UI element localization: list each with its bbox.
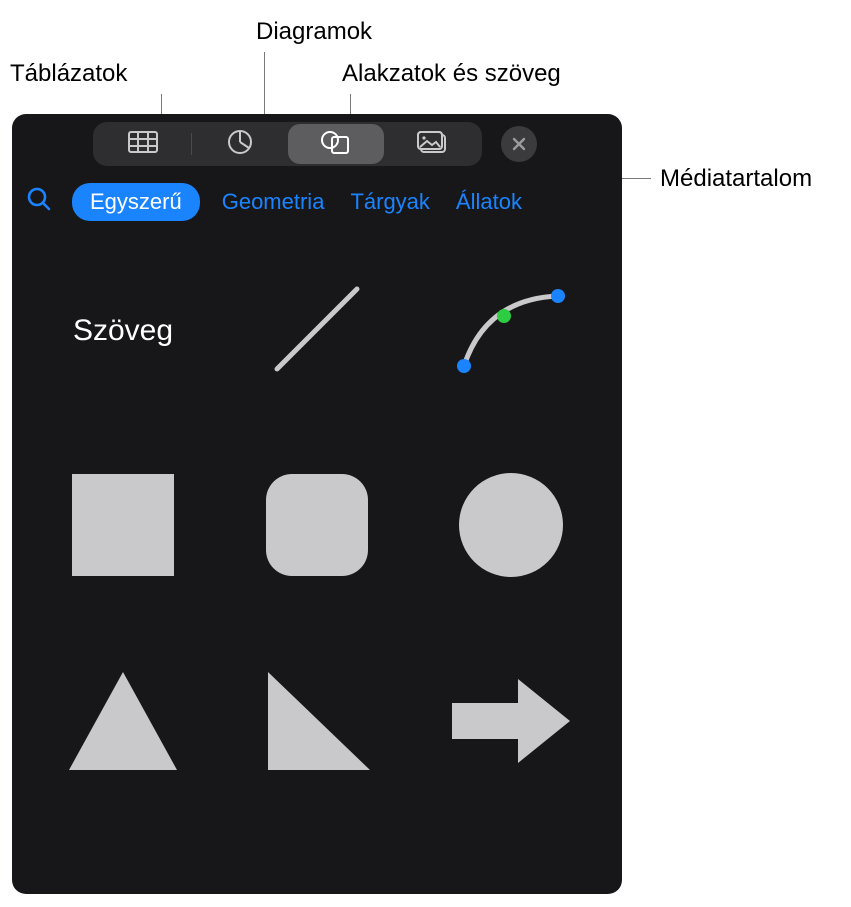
close-button[interactable] <box>501 126 537 162</box>
category-animals[interactable]: Állatok <box>452 183 526 221</box>
category-geometry[interactable]: Geometria <box>218 183 329 221</box>
insert-toolbar <box>12 114 622 172</box>
shape-category-bar: Egyszerű Geometria Tárgyak Állatok <box>12 172 622 235</box>
shapes-grid: Szöveg <box>12 235 622 783</box>
shape-arrow[interactable] <box>446 663 576 783</box>
line-icon <box>262 274 372 389</box>
right-triangle-icon <box>260 666 375 781</box>
shape-text-label: Szöveg <box>73 314 173 348</box>
circle-icon <box>456 470 566 585</box>
search-icon[interactable] <box>22 182 54 221</box>
shape-right-triangle[interactable] <box>252 663 382 783</box>
shapes-tab[interactable] <box>288 124 384 164</box>
callout-media-label: Médiatartalom <box>660 165 812 193</box>
category-objects[interactable]: Tárgyak <box>346 183 433 221</box>
shapes-icon <box>320 129 352 160</box>
pie-chart-icon <box>227 129 253 160</box>
category-basic[interactable]: Egyszerű <box>72 183 200 221</box>
shape-line[interactable] <box>252 271 382 391</box>
callout-shapes-text-label: Alakzatok és szöveg <box>342 60 561 88</box>
charts-tab[interactable] <box>192 124 288 164</box>
arrow-right-icon <box>446 671 576 776</box>
shape-circle[interactable] <box>446 467 576 587</box>
curve-icon <box>446 274 576 389</box>
shape-text[interactable]: Szöveg <box>58 271 188 391</box>
shape-curve[interactable] <box>446 271 576 391</box>
callout-charts-label: Diagramok <box>256 18 372 46</box>
tables-tab[interactable] <box>95 124 191 164</box>
shape-rounded-square[interactable] <box>252 467 382 587</box>
shape-square[interactable] <box>58 467 188 587</box>
insert-segmented-control <box>93 122 482 166</box>
rounded-square-icon <box>262 470 372 585</box>
triangle-icon <box>63 666 183 781</box>
square-icon <box>68 470 178 585</box>
media-tab[interactable] <box>384 124 480 164</box>
callout-tables-label: Táblázatok <box>10 60 127 88</box>
media-icon <box>416 130 448 159</box>
close-icon <box>511 136 527 152</box>
table-icon <box>128 131 158 158</box>
shape-triangle[interactable] <box>58 663 188 783</box>
insert-panel: Egyszerű Geometria Tárgyak Állatok Szöve… <box>12 114 622 894</box>
